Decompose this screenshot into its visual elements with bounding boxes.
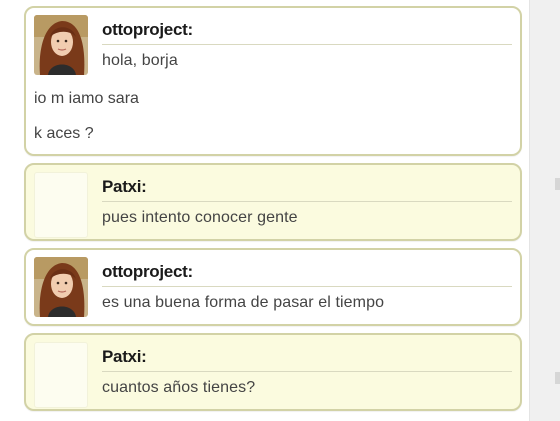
girl-avatar-icon[interactable] [34,15,88,75]
chat-message: Patxi: pues intento conocer gente [24,163,522,241]
author-name: ottoproject: [102,262,193,281]
message-feed: ottoproject: hola, borja io m iamo sara … [24,6,522,418]
message-text: hola, borja [102,52,178,69]
rail-marker [555,178,560,190]
girl-avatar-icon[interactable] [34,257,88,317]
author-name: ottoproject: [102,20,193,39]
name-divider [102,286,512,287]
name-divider [102,201,512,202]
blank-avatar[interactable] [34,342,88,408]
chat-page: ottoproject: hola, borja io m iamo sara … [0,0,560,421]
author-name: Patxi: [102,177,147,196]
author-name: Patxi: [102,347,147,366]
message-text: es una buena forma de pasar el tiempo [102,294,385,311]
message-text: cuantos años tienes? [102,379,256,396]
scroll-rail[interactable] [529,0,560,421]
rail-marker [555,372,560,384]
chat-message: ottoproject: hola, borja io m iamo sara … [24,6,522,156]
message-text: k aces ? [34,125,94,142]
name-divider [102,44,512,45]
chat-message: ottoproject: es una buena forma de pasar… [24,248,522,326]
message-text: pues intento conocer gente [102,209,298,226]
name-divider [102,371,512,372]
chat-message: Patxi: cuantos años tienes? [24,333,522,411]
blank-avatar[interactable] [34,172,88,238]
message-text: io m iamo sara [34,90,139,107]
